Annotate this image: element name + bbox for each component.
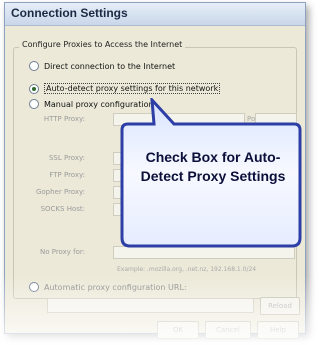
ssl-proxy-label: SSL Proxy:: [48, 154, 85, 162]
cancel-button[interactable]: Cancel: [205, 321, 251, 339]
socks-host-label: SOCKS Host:: [40, 205, 85, 213]
radio-label: Automatic proxy configuration URL:: [44, 282, 187, 292]
no-proxy-example: Example: .mozilla.org, .net.nz, 192.168.…: [117, 266, 257, 273]
radio-button[interactable]: [29, 61, 39, 71]
auto-config-url-input[interactable]: [47, 298, 254, 313]
help-button[interactable]: Help: [257, 321, 299, 339]
radio-label: Auto-detect proxy settings for this netw…: [44, 83, 221, 94]
radio-button[interactable]: [29, 282, 39, 292]
group-label: Configure Proxies to Access the Internet: [19, 40, 186, 49]
title-bar: Connection Settings: [5, 3, 305, 26]
dialog-title: Connection Settings: [11, 6, 128, 20]
ftp-proxy-label: FTP Proxy:: [49, 171, 85, 179]
callout-text: Check Box for Auto-Detect Proxy Settings: [140, 149, 286, 184]
reload-button[interactable]: Reload: [260, 297, 300, 315]
annotation-callout: Check Box for Auto-Detect Proxy Settings: [114, 95, 310, 256]
radio-auto-config-url[interactable]: Automatic proxy configuration URL:: [29, 282, 187, 292]
no-proxy-label: No Proxy for:: [39, 248, 85, 256]
radio-direct-connection[interactable]: Direct connection to the Internet: [29, 61, 175, 71]
ok-button[interactable]: OK: [157, 321, 199, 339]
radio-auto-detect[interactable]: Auto-detect proxy settings for this netw…: [29, 83, 221, 94]
radio-button[interactable]: [29, 83, 39, 94]
radio-button[interactable]: [29, 99, 39, 109]
gopher-proxy-label: Gopher Proxy:: [35, 188, 85, 196]
radio-label: Direct connection to the Internet: [44, 61, 176, 71]
http-proxy-label: HTTP Proxy:: [43, 115, 85, 123]
